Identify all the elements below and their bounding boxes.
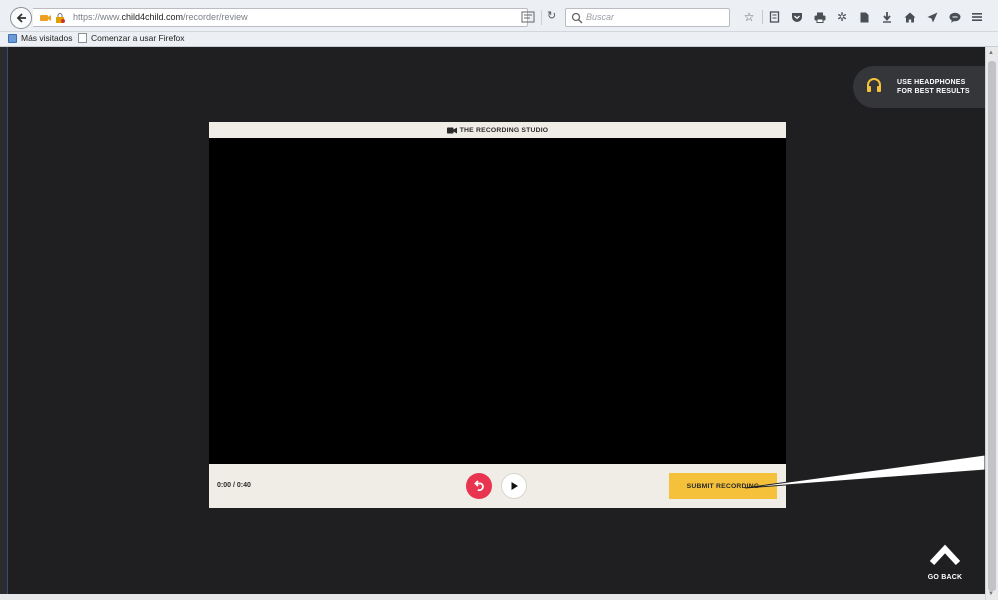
back-arrow-icon[interactable] xyxy=(10,7,32,29)
menu-icon[interactable] xyxy=(966,6,988,28)
bookmark-label: Comenzar a usar Firefox xyxy=(91,33,185,43)
video-camera-icon xyxy=(446,127,457,134)
horizontal-scrollbar[interactable] xyxy=(0,594,985,600)
chat-icon[interactable] xyxy=(944,6,966,28)
video-player[interactable] xyxy=(209,138,786,464)
player-controls: 0:00 / 0:40 SUBMIT RECORDING xyxy=(209,464,786,508)
toolbar-icons: ☆ ✲ xyxy=(738,6,989,28)
search-placeholder: Buscar xyxy=(586,12,615,22)
bookmarks-list-icon[interactable] xyxy=(764,6,786,28)
pocket-icon[interactable] xyxy=(786,6,808,28)
search-icon xyxy=(571,12,583,24)
download-icon[interactable] xyxy=(876,6,898,28)
bookmark-star-icon[interactable]: ☆ xyxy=(738,6,760,28)
go-back-label: GO BACK xyxy=(927,574,963,581)
bookmark-item[interactable]: Más visitados xyxy=(8,33,73,43)
play-icon xyxy=(511,482,518,490)
camera-permission-icon[interactable] xyxy=(39,11,53,24)
redo-icon xyxy=(473,479,484,491)
scroll-up-icon[interactable]: ▲ xyxy=(988,50,994,56)
home-icon[interactable] xyxy=(899,6,921,28)
search-input[interactable]: Buscar xyxy=(565,8,730,27)
studio-header: THE RECORDING STUDIO xyxy=(209,122,786,138)
scrollbar-thumb[interactable] xyxy=(988,61,996,591)
scroll-down-icon[interactable]: ▼ xyxy=(988,591,994,597)
url-bar[interactable]: https://www.child4child.com/recorder/rev… xyxy=(33,8,528,27)
recording-studio-panel: THE RECORDING STUDIO 0:00 / 0:40 SUBMIT … xyxy=(209,122,786,508)
notice-line-1: USE HEADPHONES xyxy=(897,79,966,86)
reader-view-icon[interactable] xyxy=(521,11,535,23)
headphones-notice: USE HEADPHONES FOR BEST RESULTS xyxy=(853,66,998,108)
studio-title: THE RECORDING STUDIO xyxy=(459,126,549,134)
play-button[interactable] xyxy=(501,473,527,499)
browser-toolbar: https://www.child4child.com/recorder/rev… xyxy=(0,0,998,32)
url-text[interactable]: https://www.child4child.com/recorder/rev… xyxy=(73,12,248,22)
divider xyxy=(541,10,542,25)
submit-recording-button[interactable]: SUBMIT RECORDING xyxy=(669,473,777,499)
lock-icon[interactable] xyxy=(53,11,67,24)
divider xyxy=(761,10,763,24)
bookmarks-bar: Más visitados Comenzar a usar Firefox xyxy=(0,32,998,47)
bookmark-item[interactable]: Comenzar a usar Firefox xyxy=(78,33,185,43)
print-icon[interactable] xyxy=(809,6,831,28)
bookmark-folder-icon xyxy=(8,33,17,43)
left-edge xyxy=(0,47,8,600)
notice-line-2: FOR BEST RESULTS xyxy=(897,88,970,95)
page-icon xyxy=(78,33,87,43)
headphones-text: USE HEADPHONES FOR BEST RESULTS xyxy=(897,78,970,96)
go-back-button[interactable]: GO BACK xyxy=(919,544,971,588)
send-icon[interactable] xyxy=(921,6,943,28)
vertical-scrollbar[interactable]: ▲ ▼ xyxy=(985,47,998,600)
timecode: 0:00 / 0:40 xyxy=(217,482,251,489)
document-icon[interactable] xyxy=(854,6,876,28)
headphones-icon xyxy=(867,78,881,92)
extension-gear-icon[interactable]: ✲ xyxy=(831,6,853,28)
reload-icon[interactable]: ↻ xyxy=(547,9,556,22)
chevron-up-icon xyxy=(929,544,961,566)
bookmark-label: Más visitados xyxy=(21,33,73,43)
redo-recording-button[interactable] xyxy=(466,473,492,499)
